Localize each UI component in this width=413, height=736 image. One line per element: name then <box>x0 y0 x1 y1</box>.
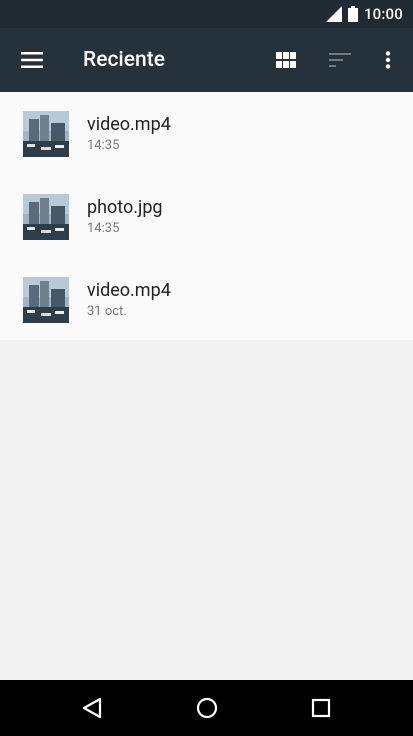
file-thumbnail <box>23 277 69 323</box>
file-date: 31 oct. <box>87 304 127 319</box>
status-icons: 10:00 <box>325 0 403 28</box>
navigation-bar <box>0 680 413 736</box>
back-icon[interactable] <box>78 694 106 722</box>
signal-icon <box>325 6 342 22</box>
file-date: 14:35 <box>87 221 120 236</box>
recents-icon[interactable] <box>307 694 335 722</box>
app-bar: Reciente <box>0 28 413 92</box>
file-date: 14:35 <box>87 138 120 153</box>
status-time: 10:00 <box>363 5 403 23</box>
file-name: video.mp4 <box>87 114 171 135</box>
sort-icon[interactable] <box>326 46 354 74</box>
recent-files-list: video.mp4 14:35 photo.jpg 14:35 video.mp… <box>0 92 413 340</box>
file-thumbnail <box>23 111 69 157</box>
page-title: Reciente <box>83 48 165 72</box>
file-thumbnail <box>23 194 69 240</box>
file-name: photo.jpg <box>87 197 163 218</box>
list-item[interactable]: photo.jpg 14:35 <box>0 175 413 258</box>
status-bar: 10:00 <box>0 0 413 28</box>
list-item[interactable]: video.mp4 14:35 <box>0 92 413 175</box>
hamburger-menu-icon[interactable] <box>18 46 46 74</box>
list-item[interactable]: video.mp4 31 oct. <box>0 258 413 341</box>
file-name: video.mp4 <box>87 280 171 301</box>
more-vert-icon[interactable] <box>374 46 402 74</box>
grid-view-icon[interactable] <box>272 46 300 74</box>
battery-icon <box>347 6 358 22</box>
home-icon[interactable] <box>193 694 221 722</box>
